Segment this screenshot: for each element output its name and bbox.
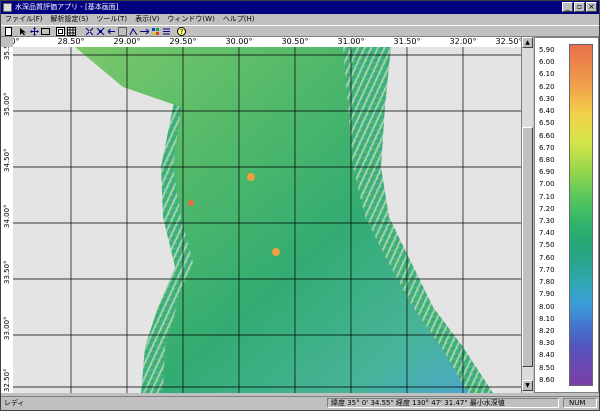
legend-value: 6.70 (539, 143, 555, 152)
x-axis-label: 30.00° (225, 37, 253, 46)
legend-value: 8.60 (539, 375, 555, 384)
pan-icon[interactable] (30, 27, 39, 36)
x-axis-label: 31.00° (337, 37, 365, 46)
legend-value: 8.20 (539, 326, 555, 335)
sample-icon[interactable] (129, 27, 138, 36)
menu-file[interactable]: ファイル(F) (1, 14, 47, 25)
y-axis-label: 32.50° (3, 368, 11, 392)
legend-value: 8.50 (539, 363, 555, 372)
pointer-icon[interactable] (19, 27, 28, 36)
list-icon[interactable] (162, 27, 171, 36)
x-axis-label: 29.00° (113, 37, 141, 46)
rect-select-icon[interactable] (41, 27, 50, 36)
zoom-out-icon[interactable] (96, 27, 105, 36)
legend-value: 7.70 (539, 265, 555, 274)
x-axis-label: 28.50° (57, 37, 85, 46)
legend-value: 8.30 (539, 339, 555, 348)
menu-view[interactable]: 表示(V) (131, 14, 163, 25)
x-axis-label: 29.50° (169, 37, 197, 46)
x-axis-label: 30.50° (281, 37, 309, 46)
legend-value: 7.00 (539, 180, 555, 189)
scroll-thumb[interactable] (522, 127, 533, 367)
zoom-prev-icon[interactable] (107, 27, 116, 36)
legend-value: 6.50 (539, 119, 555, 128)
y-axis-label: 33.00° (3, 316, 11, 340)
legend-value: 7.20 (539, 204, 555, 213)
legend-value: 6.90 (539, 168, 555, 177)
app-window: 水深品質評価アプリ - [基本画面] _ ▫ × ファイル(F) 解析設定(S)… (0, 0, 600, 411)
grid-icon[interactable] (67, 27, 76, 36)
restore-button[interactable]: ▫ (574, 2, 585, 12)
vertical-scrollbar[interactable]: ▲ ▼ (521, 37, 533, 393)
legend-value: 7.30 (539, 217, 555, 225)
legend-value: 5.90 (539, 46, 555, 54)
legend-value: 6.80 (539, 155, 555, 164)
legend-value: 7.40 (539, 229, 555, 238)
x-axis-label: 32.50° (495, 37, 521, 46)
legend-value: 8.00 (539, 302, 555, 311)
depth-anomaly (188, 200, 194, 206)
y-axis-label: 33.50° (3, 260, 11, 284)
zoom-in-icon[interactable] (85, 27, 94, 36)
zoom-fit-icon[interactable] (56, 27, 65, 36)
legend-value: 7.50 (539, 241, 555, 250)
legend-value: 6.30 (539, 94, 555, 103)
toolbar: ? (1, 25, 599, 37)
legend-value: 7.90 (539, 290, 555, 299)
depth-anomaly (272, 248, 280, 256)
status-ready: レディ (4, 399, 25, 407)
menu-bar: ファイル(F) 解析設定(S) ツール(T) 表示(V) ウィンドウ(W) ヘル… (1, 14, 599, 25)
svg-text:?: ? (180, 28, 184, 36)
color-icon[interactable] (151, 27, 160, 36)
help-icon[interactable]: ? (177, 27, 186, 36)
legend-value: 7.10 (539, 192, 555, 201)
legend-value: 7.60 (539, 253, 555, 262)
title-bar: 水深品質評価アプリ - [基本画面] _ ▫ × (1, 1, 599, 14)
depth-map-view[interactable] (13, 47, 521, 393)
depth-map-canvas[interactable] (13, 47, 521, 393)
depth-legend: 5.90 6.00 6.10 6.20 6.30 6.40 6.50 6.60 6.70 6.80… (534, 37, 599, 393)
menu-help[interactable]: ヘルプ(H) (219, 14, 259, 25)
legend-value: 6.10 (539, 70, 555, 79)
close-button[interactable]: × (586, 2, 597, 12)
measure-icon[interactable] (118, 27, 127, 36)
layer-icon[interactable] (140, 27, 149, 36)
depth-anomaly (247, 173, 255, 181)
menu-analysis-settings[interactable]: 解析設定(S) (47, 14, 93, 25)
y-axis-label: 35.00° (3, 92, 11, 116)
legend-color-bar (569, 44, 593, 386)
status-num: NUM (569, 399, 586, 407)
legend-value: 6.60 (539, 131, 555, 140)
y-axis-label: 34.00° (3, 204, 11, 228)
legend-value: 7.80 (539, 278, 555, 287)
window-title: 水深品質評価アプリ - [基本画面] (15, 3, 119, 11)
minimize-button[interactable]: _ (562, 2, 573, 12)
scroll-up-icon[interactable]: ▲ (522, 37, 533, 48)
x-axis-label: 31.50° (393, 37, 421, 46)
legend-value: 6.40 (539, 107, 555, 116)
legend-value: 6.00 (539, 58, 555, 67)
status-coordinates: 緯度 35° 0' 34.55" 経度 130° 47' 31.47" 最小水深… (331, 399, 505, 407)
app-icon (3, 3, 12, 12)
menu-tools[interactable]: ツール(T) (92, 14, 131, 25)
survey-swath (75, 47, 468, 393)
x-axis-label: 0° (13, 37, 20, 46)
status-bar: レディ 緯度 35° 0' 34.55" 経度 130° 47' 31.47" … (1, 396, 599, 409)
legend-value: 6.20 (539, 82, 555, 91)
legend-value: 8.10 (539, 314, 555, 323)
y-axis-label: 34.50° (3, 148, 11, 172)
y-axis-label: 35.50° (3, 47, 11, 60)
menu-window[interactable]: ウィンドウ(W) (163, 14, 218, 25)
x-axis-label: 32.00° (449, 37, 477, 46)
legend-value: 8.40 (539, 351, 555, 360)
new-icon[interactable] (4, 27, 13, 36)
scroll-down-icon[interactable]: ▼ (522, 380, 533, 391)
